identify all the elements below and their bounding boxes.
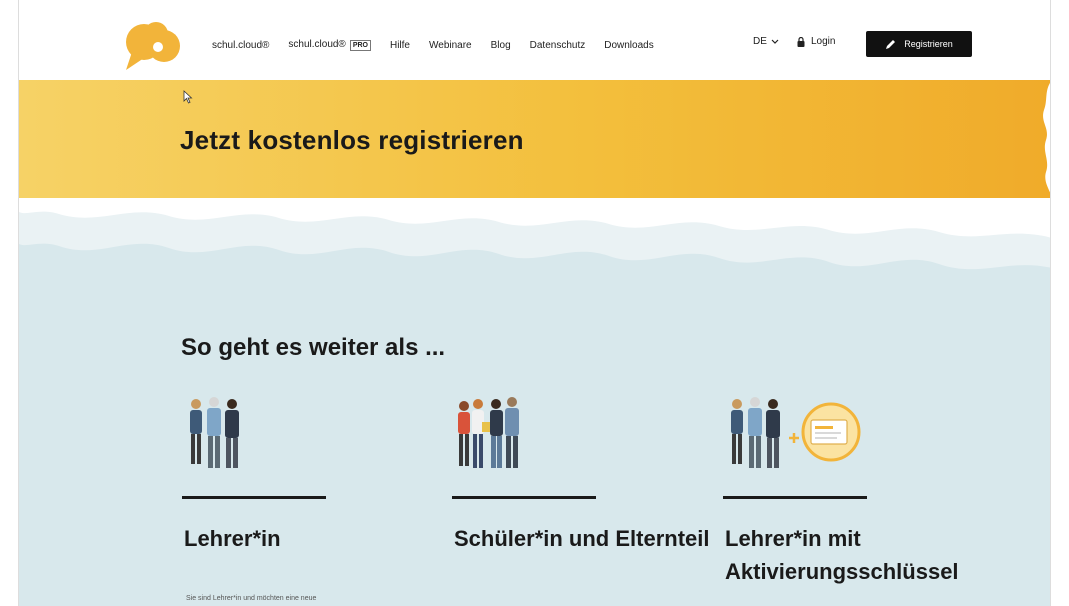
nav-item-downloads[interactable]: Downloads — [604, 40, 653, 51]
card-title: Schüler*in und Elternteil — [454, 526, 710, 551]
students-parents-illustration-icon — [458, 397, 519, 468]
lock-icon — [797, 36, 805, 47]
card-title: Lehrer*in — [184, 526, 281, 551]
pro-badge: PRO — [349, 40, 371, 51]
nav-item-schulcloud-pro[interactable]: schul.cloud® PRO — [288, 39, 371, 51]
top-navbar: schul.cloud® schul.cloud® PRO Hilfe Webin… — [19, 0, 1050, 80]
hero-banner: Jetzt kostenlos registrieren — [19, 80, 1050, 198]
mouse-cursor-icon — [183, 90, 193, 104]
page-title: Jetzt kostenlos registrieren — [180, 125, 524, 155]
schul-cloud-logo[interactable] — [122, 20, 186, 72]
login-link[interactable]: Login — [797, 36, 835, 47]
teachers-key-illustration-icon — [731, 397, 861, 468]
register-button[interactable]: Registrieren — [866, 31, 972, 57]
page-frame: schul.cloud® schul.cloud® PRO Hilfe Webin… — [18, 0, 1051, 606]
card-title: Lehrer*in mit Aktivierungsschlüssel — [725, 526, 959, 584]
cloud-divider — [19, 198, 1050, 318]
language-label: DE — [753, 36, 767, 47]
pencil-icon — [886, 39, 896, 49]
register-label: Registrieren — [904, 39, 953, 49]
card-divider — [452, 496, 596, 499]
main-nav: schul.cloud® schul.cloud® PRO Hilfe Webin… — [212, 36, 673, 54]
nav-item-hilfe[interactable]: Hilfe — [390, 40, 410, 51]
login-label: Login — [811, 36, 836, 47]
banner-cloud-edge — [1043, 83, 1050, 193]
card-divider — [182, 496, 326, 499]
nav-item-webinare[interactable]: Webinare — [429, 40, 472, 51]
card-divider — [723, 496, 867, 499]
teachers-illustration-icon — [190, 397, 239, 468]
nav-item-blog[interactable]: Blog — [491, 40, 511, 51]
section-title: So geht es weiter als ... — [181, 334, 446, 361]
language-select[interactable]: DE — [753, 36, 779, 47]
nav-item-label: schul.cloud® — [288, 39, 346, 50]
content-section: So geht es weiter als ... Lehrer*in Sie … — [19, 198, 1050, 606]
card-description: Sie sind Lehrer*in und möchten eine neue — [186, 595, 317, 602]
nav-item-datenschutz[interactable]: Datenschutz — [530, 40, 586, 51]
nav-item-schulcloud[interactable]: schul.cloud® — [212, 40, 269, 51]
chevron-down-icon — [771, 39, 779, 44]
